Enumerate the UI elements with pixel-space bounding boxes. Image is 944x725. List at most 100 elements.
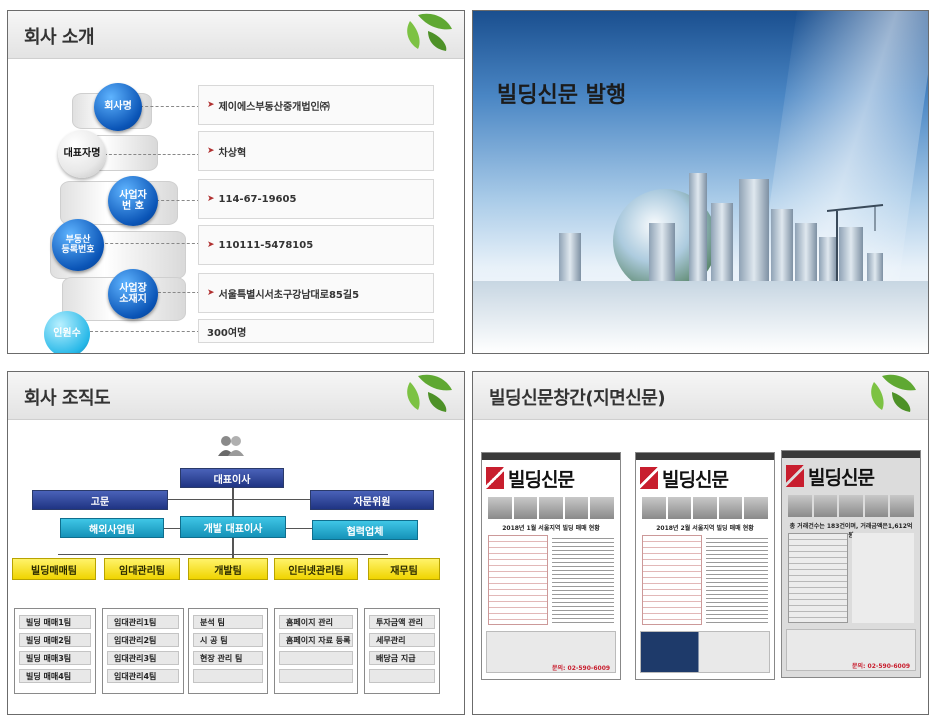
value-text: 차상혁 <box>218 147 247 159</box>
org-overseas: 해외사업팀 <box>60 518 164 538</box>
team-column-internet: 홈페이지 관리 홈페이지 자료 등록 <box>274 608 358 694</box>
info-business-number: ➤ 114-67-19605 <box>198 179 434 219</box>
team-item <box>369 669 435 683</box>
org-chart-slide: 회사 조직도 대표이사 고문 자문위원 해외사업팀 개발 대표이사 협력업체 빌… <box>7 371 465 715</box>
team-column-building: 빌딩 매매1팀 빌딩 매매2팀 빌딩 매매3팀 빌딩 매매4팀 <box>14 608 96 694</box>
paper-masthead: 빌딩신문 <box>486 463 616 493</box>
team-item <box>193 669 263 683</box>
slide-title: 빌딩신문창간(지면신문) <box>489 388 666 409</box>
paper-top-strip <box>482 453 620 460</box>
org-dev-ceo: 개발 대표이사 <box>180 516 286 538</box>
paper-masthead: 빌딩신문 <box>786 461 916 491</box>
paper-photos <box>642 497 768 519</box>
building <box>739 179 769 283</box>
team-column-dev: 분석 팀 시 공 팀 현장 관리 팀 <box>188 608 268 694</box>
leader-line <box>140 106 200 107</box>
team-item: 임대관리1팀 <box>107 615 179 629</box>
paper-name: 빌딩신문 <box>508 468 575 491</box>
arrow-icon: ➤ <box>207 146 215 156</box>
paper-text <box>706 535 768 625</box>
team-column-lease: 임대관리1팀 임대관리2팀 임대관리3팀 임대관리4팀 <box>102 608 184 694</box>
building <box>711 203 733 283</box>
value-text: 114-67-19605 <box>218 193 297 205</box>
team-item: 시 공 팀 <box>193 633 263 647</box>
leader-line <box>158 292 200 293</box>
paper-headline: 2018년 1월 서울지역 빌딩 매매 현황 <box>502 525 600 532</box>
team-column-finance: 투자금액 관리 세무관리 배당금 지급 <box>364 608 440 694</box>
paper-name: 빌딩신문 <box>662 468 729 491</box>
newspaper-issue-3: 빌딩신문 총 거래건수는 183건이며, 거래금액은1,612억원 문의: 02… <box>781 450 921 678</box>
crane-icon <box>827 204 884 285</box>
info-company-name: ➤ 제이에스부동산중개법인㈜ <box>198 85 434 125</box>
building <box>689 173 707 283</box>
dept-finance: 재무팀 <box>368 558 440 580</box>
team-item: 현장 관리 팀 <box>193 651 263 665</box>
dept-development: 개발팀 <box>188 558 268 580</box>
team-item <box>279 651 353 665</box>
paper-table <box>642 535 702 625</box>
info-headcount: 300여명 <box>198 319 434 343</box>
arrow-icon: ➤ <box>207 100 215 110</box>
paper-masthead: 빌딩신문 <box>640 463 770 493</box>
paper-phone: 문의: 02-590-6009 <box>552 665 611 672</box>
org-ceo: 대표이사 <box>180 468 284 488</box>
team-item <box>279 669 353 683</box>
paper-text <box>552 535 614 625</box>
team-item: 분석 팀 <box>193 615 263 629</box>
org-partner: 협력업체 <box>312 520 418 540</box>
dept-internet: 인터넷관리팀 <box>274 558 358 580</box>
newspaper-publishing-slide: 빌딩신문 발행 <box>472 10 929 354</box>
people-icon <box>218 436 244 456</box>
building <box>559 233 581 283</box>
team-item: 빌딩 매매2팀 <box>19 633 91 647</box>
newspaper-logo-icon <box>786 465 804 487</box>
team-item: 빌딩 매매4팀 <box>19 669 91 683</box>
leader-line <box>100 243 200 244</box>
team-item: 임대관리4팀 <box>107 669 179 683</box>
org-consultant: 자문위원 <box>310 490 434 510</box>
newspaper-logo-icon <box>486 467 504 489</box>
info-realestate-number: ➤ 110111-5478105 <box>198 225 434 265</box>
value-text: 제이에스부동산중개법인㈜ <box>218 101 330 113</box>
info-ceo-name: ➤ 차상혁 <box>198 131 434 171</box>
building <box>649 223 675 283</box>
paper-photos <box>488 497 614 519</box>
team-item: 빌딩 매매1팀 <box>19 615 91 629</box>
paper-chart <box>852 533 914 623</box>
leader-line <box>156 200 200 201</box>
team-item: 홈페이지 관리 <box>279 615 353 629</box>
value-text: 서울특별시서초구강남대로85길5 <box>218 289 360 301</box>
label-headcount: 인원수 <box>44 311 90 353</box>
team-item: 배당금 지급 <box>369 651 435 665</box>
leaf-icon <box>407 374 452 412</box>
paper-phone: 문의: 02-590-6009 <box>852 663 911 670</box>
team-item: 세무관리 <box>369 633 435 647</box>
paper-name: 빌딩신문 <box>808 466 875 489</box>
newspaper-logo-icon <box>640 467 658 489</box>
dept-lease-mgmt: 임대관리팀 <box>104 558 180 580</box>
dept-building-sales: 빌딩매매팀 <box>12 558 96 580</box>
leader-line <box>104 154 200 155</box>
paper-top-strip <box>636 453 774 460</box>
team-item: 홈페이지 자료 등록 <box>279 633 353 647</box>
slide-title: 회사 조직도 <box>24 388 111 409</box>
newspaper-issue-2: 빌딩신문 2018년 2월 서울지역 빌딩 매매 현황 <box>635 452 775 680</box>
leaf-icon <box>871 374 916 412</box>
label-business-address: 사업장 소재지 <box>108 269 158 319</box>
arrow-icon: ➤ <box>207 194 215 204</box>
info-business-address: ➤ 서울특별시서초구강남대로85길5 <box>198 273 434 313</box>
paper-top-strip <box>782 451 920 458</box>
company-intro-slide: 회사 소개 회사명 대표자명 사업자 번 호 부동산 등록번호 사업장 소재지 … <box>7 10 465 354</box>
label-ceo-name: 대표자명 <box>58 130 106 178</box>
paper-table <box>488 535 548 625</box>
team-item: 임대관리2팀 <box>107 633 179 647</box>
paper-ad <box>640 631 770 673</box>
value-text: 300여명 <box>207 327 247 339</box>
newspaper-launch-slide: 빌딩신문창간(지면신문) 빌딩신문 2018년 1월 서울지역 빌딩 매매 현황… <box>472 371 929 715</box>
newspaper-issue-1: 빌딩신문 2018년 1월 서울지역 빌딩 매매 현황 문의: 02-590-6… <box>481 452 621 680</box>
team-item: 투자금액 관리 <box>369 615 435 629</box>
team-item: 빌딩 매매3팀 <box>19 651 91 665</box>
org-advisor: 고문 <box>32 490 168 510</box>
leader-line <box>90 331 200 332</box>
leaf-icon <box>407 13 452 51</box>
